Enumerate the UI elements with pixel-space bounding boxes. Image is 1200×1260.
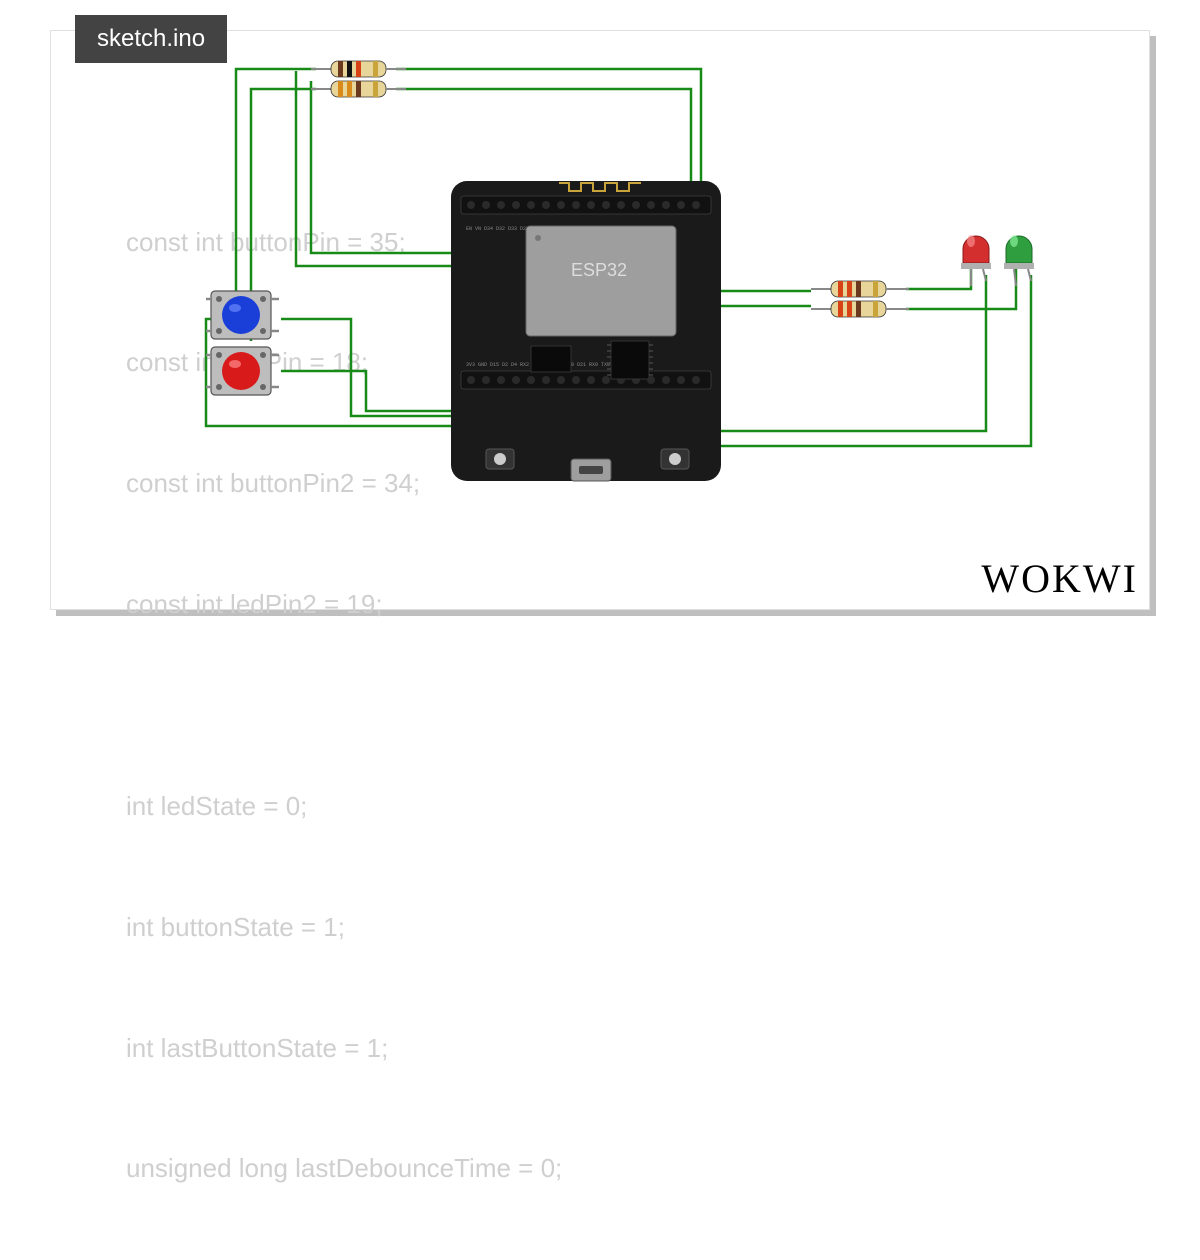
file-tab[interactable]: sketch.ino — [75, 15, 227, 63]
code-line: int buttonState = 1; — [126, 907, 562, 947]
resistor-r4[interactable] — [811, 301, 909, 317]
en-button-icon[interactable] — [669, 453, 681, 465]
code-line: unsigned long lastDebounceTime = 0; — [126, 1148, 562, 1188]
simulator-canvas: const int buttonPin = 35; const int ledP… — [50, 30, 1150, 610]
resistor-r2[interactable] — [311, 81, 406, 97]
board-label: ESP32 — [571, 260, 627, 280]
button-red[interactable] — [206, 347, 279, 395]
wokwi-logo: WOKWI — [981, 555, 1138, 602]
code-line: int ledState = 0; — [126, 786, 562, 826]
button-blue[interactable] — [206, 291, 279, 339]
resistor-r3[interactable] — [811, 281, 909, 297]
file-tab-label: sketch.ino — [97, 25, 205, 52]
code-line: int lastButtonState = 1; — [126, 1028, 562, 1068]
boot-button-icon[interactable] — [494, 453, 506, 465]
brand-name: WOKWI — [981, 556, 1138, 601]
led-green[interactable] — [1004, 235, 1034, 286]
circuit-diagram: EN VN D34 D32 D33 D25 D26 D27 D14 D12 D1… — [51, 31, 1151, 611]
esp32-board[interactable]: EN VN D34 D32 D33 D25 D26 D27 D14 D12 D1… — [451, 181, 721, 481]
resistor-r1[interactable] — [311, 61, 406, 77]
